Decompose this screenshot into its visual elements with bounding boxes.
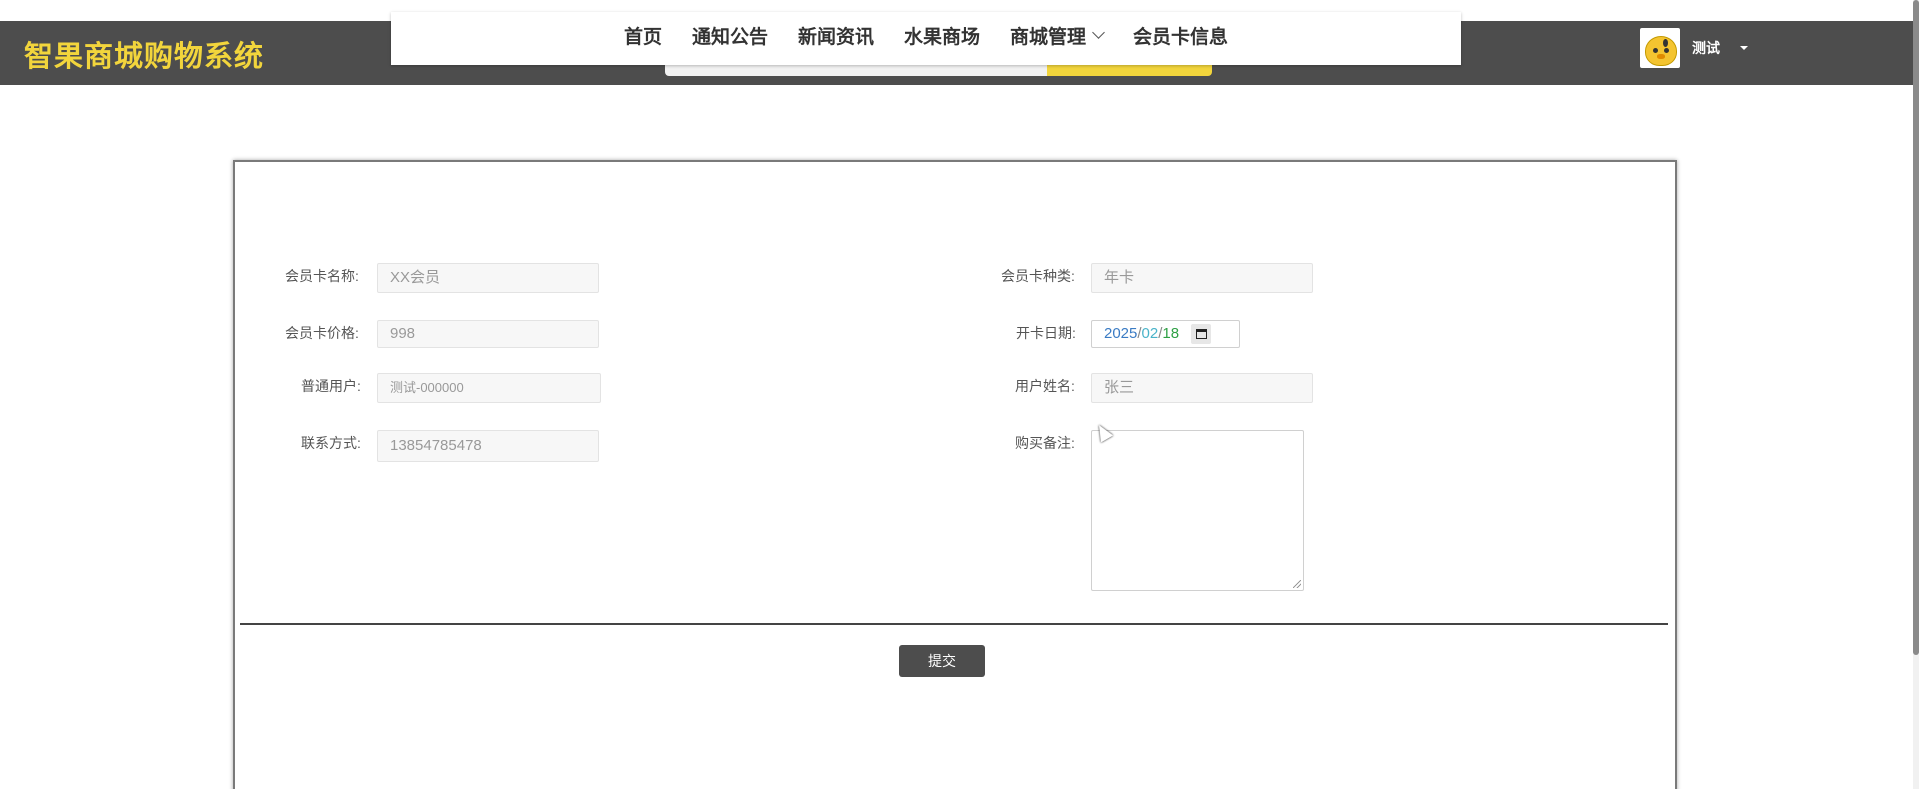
nav-item-mall-manage[interactable]: 商城管理 <box>995 22 1118 49</box>
nav-item-label: 水果商场 <box>904 27 981 48</box>
date-month: 02 <box>1141 325 1159 342</box>
duck-avatar-icon <box>1645 36 1677 66</box>
calendar-icon[interactable] <box>1191 324 1212 344</box>
card-price-label: 会员卡价格: <box>285 325 359 341</box>
brand-title[interactable]: 智果商城购物系统 <box>24 33 264 75</box>
divider <box>240 623 1668 625</box>
nav-item-label: 首页 <box>623 27 662 48</box>
avatar[interactable] <box>1640 28 1680 68</box>
normal-user-label: 普通用户: <box>301 378 361 394</box>
nav-item-label: 商城管理 <box>1010 27 1087 48</box>
card-price-input[interactable]: 998 <box>377 320 599 348</box>
remark-textarea[interactable] <box>1091 430 1304 591</box>
card-type-label: 会员卡种类: <box>1001 268 1075 284</box>
nav-item-fruit-market[interactable]: 水果商场 <box>889 22 995 49</box>
search-button[interactable] <box>1047 64 1212 76</box>
nav-item-label: 通知公告 <box>691 27 768 48</box>
nav-item-label: 会员卡信息 <box>1133 27 1229 48</box>
search-input[interactable] <box>665 64 1047 76</box>
nav-item-label: 新闻资讯 <box>797 27 874 48</box>
open-date-label: 开卡日期: <box>1016 325 1076 341</box>
submit-button[interactable]: 提交 <box>899 645 985 677</box>
nav-item-notice[interactable]: 通知公告 <box>677 22 783 49</box>
user-name-label: 用户姓名: <box>1015 378 1075 394</box>
nav-item-membership-card[interactable]: 会员卡信息 <box>1118 22 1243 49</box>
card-name-label: 会员卡名称: <box>285 268 359 284</box>
remark-label: 购买备注: <box>1015 435 1075 451</box>
nav-item-news[interactable]: 新闻资讯 <box>783 22 889 49</box>
membership-form-card: 会员卡名称: XX会员 会员卡种类: 年卡 会员卡价格: 998 开卡日期: 2… <box>233 160 1677 789</box>
contact-label: 联系方式: <box>301 435 361 451</box>
nav-item-home[interactable]: 首页 <box>609 22 677 49</box>
normal-user-input[interactable]: 测试-000000 <box>377 373 601 403</box>
user-name[interactable]: 测试 <box>1692 38 1720 58</box>
user-menu[interactable]: 测试 <box>1640 28 1748 68</box>
date-day: 18 <box>1162 325 1180 342</box>
card-type-input[interactable]: 年卡 <box>1091 263 1313 293</box>
resize-handle-icon[interactable] <box>1293 580 1301 588</box>
contact-input[interactable]: 13854785478 <box>377 430 599 462</box>
open-date-input[interactable]: 2025/02/18 <box>1091 320 1240 348</box>
card-name-input[interactable]: XX会员 <box>377 263 599 293</box>
chevron-down-icon <box>1092 26 1105 39</box>
user-name-input[interactable]: 张三 <box>1091 373 1313 403</box>
scrollbar-thumb[interactable] <box>1913 0 1919 655</box>
caret-down-icon[interactable] <box>1740 46 1748 50</box>
top-nav: 首页 通知公告 新闻资讯 水果商场 商城管理 会员卡信息 <box>391 12 1461 65</box>
date-year: 2025 <box>1104 325 1138 342</box>
